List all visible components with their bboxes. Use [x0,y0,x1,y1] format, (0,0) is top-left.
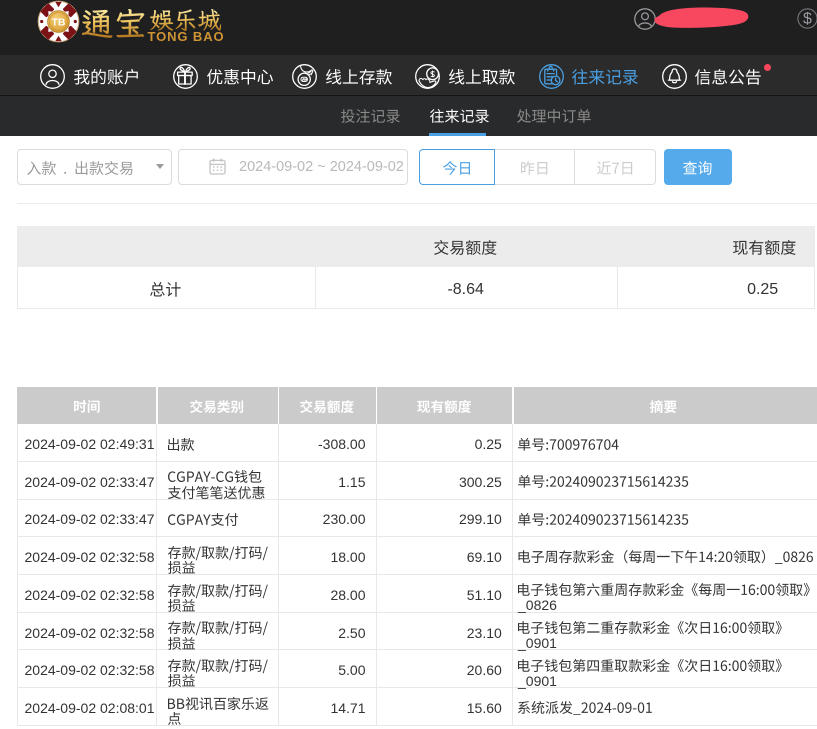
svg-text:TB: TB [51,16,65,28]
svg-text:$: $ [803,11,812,28]
